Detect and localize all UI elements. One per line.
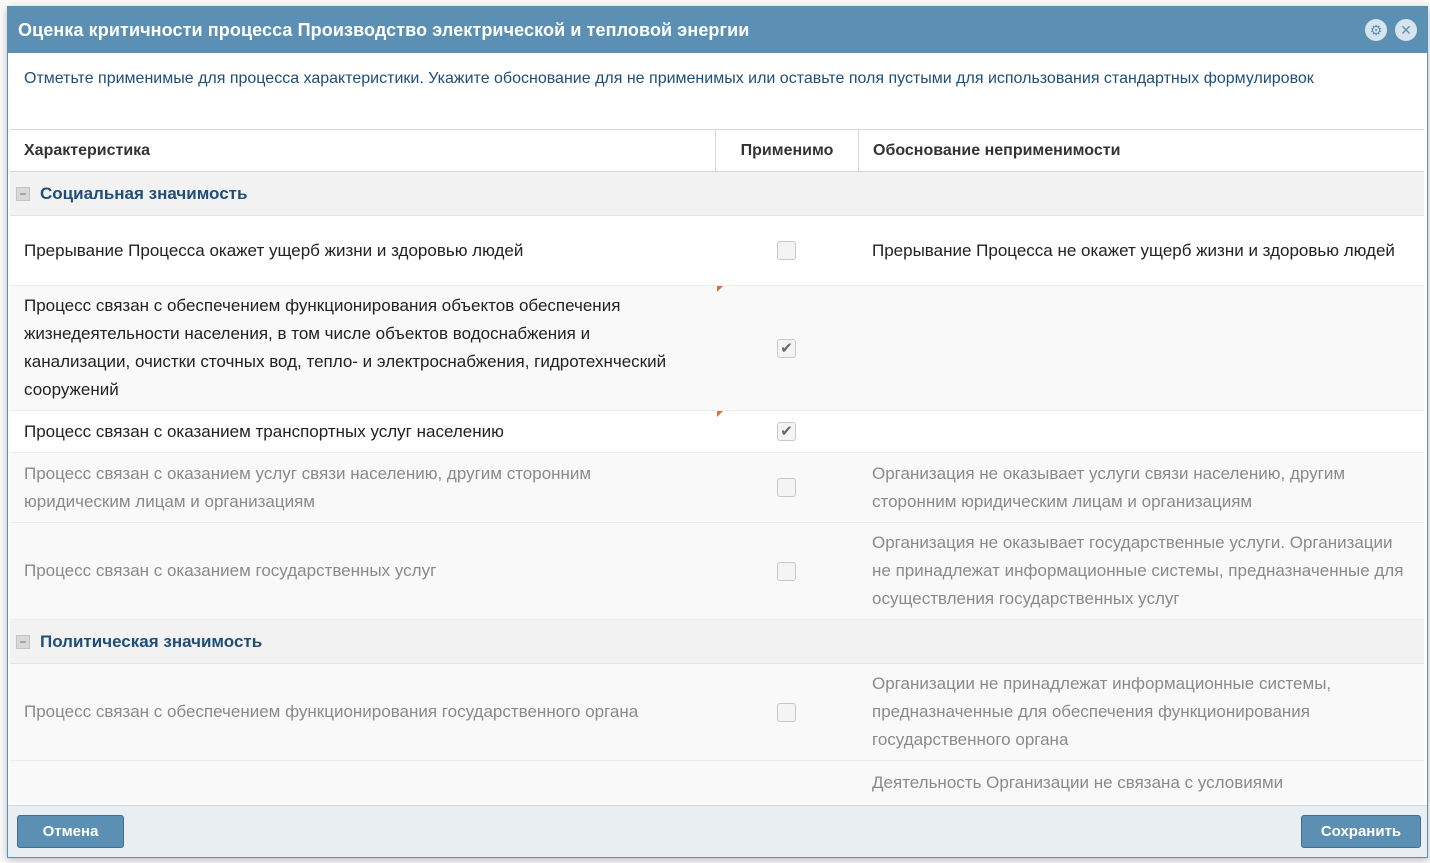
reason-field[interactable] [858,411,1424,452]
table-row[interactable]: Прерывание Процесса окажет ущерб жизни и… [10,216,1424,286]
reason-field[interactable] [858,286,1424,410]
applicable-checkbox[interactable]: ✔ [777,338,796,358]
row-characteristic: Процесс связан с обеспечением функционир… [24,296,667,399]
table-row[interactable]: Процесс связан с обеспечением функционир… [10,286,1424,411]
reason-field[interactable]: Организация не оказывает услуги связи на… [858,453,1424,522]
group-row-political[interactable]: − Политическая значимость [10,620,1424,664]
dialog-instructions: Отметьте применимые для процесса характе… [24,70,1314,87]
row-characteristic: Прерывание Процесса окажет ущерб жизни и… [24,240,524,260]
group-label: Политическая значимость [40,631,263,651]
collapse-icon[interactable]: − [16,186,30,201]
table-row[interactable]: Процесс связан с оказанием услуг связи н… [10,453,1424,523]
header-characteristic[interactable]: Характеристика [10,130,715,171]
applicable-cell: ✔ [715,286,858,410]
dialog-footer: Отмена Сохранить [8,805,1427,857]
settings-icon[interactable]: ⚙ [1365,19,1387,41]
applicable-checkbox[interactable] [777,702,796,722]
row-characteristic: Процесс связан с оказанием транспортных … [24,421,504,441]
applicable-cell [715,523,858,619]
title-icons: ⚙ ✕ [1365,19,1417,41]
reason-field[interactable]: Деятельность Организации не связана с ус… [858,761,1424,797]
table-row[interactable]: Процесс связан с оказанием транспортных … [10,411,1424,453]
header-reason[interactable]: Обоснование неприменимости [858,130,1424,171]
applicable-checkbox[interactable]: ✔ [777,422,796,441]
reason-field[interactable]: Организация не оказывает государственные… [858,523,1424,619]
dialog-title: Оценка критичности процесса Производство… [18,19,750,40]
table-row[interactable]: Процесс связан с обеспечением функционир… [10,664,1424,761]
group-label: Социальная значимость [40,183,248,203]
dialog-titlebar[interactable]: Оценка критичности процесса Производство… [8,7,1427,53]
row-characteristic: Процесс связан с обеспечением функционир… [24,702,639,721]
group-row-social[interactable]: − Социальная значимость [10,172,1424,216]
cancel-button[interactable]: Отмена [17,815,124,848]
reason-field[interactable]: Организации не принадлежат информационны… [858,664,1424,760]
applicable-cell [715,664,858,760]
close-icon[interactable]: ✕ [1395,19,1417,41]
header-applicable[interactable]: Применимо [715,130,858,171]
characteristics-grid[interactable]: Характеристика Применимо Обоснование неп… [10,129,1424,804]
row-characteristic: Процесс связан с оказанием услуг связи н… [24,463,592,511]
applicable-checkbox[interactable] [777,561,796,581]
applicable-cell [715,216,858,285]
grid-header: Характеристика Применимо Обоснование неп… [10,130,1424,172]
reason-field[interactable]: Прерывание Процесса не окажет ущерб жизн… [858,216,1424,285]
modified-marker [717,286,723,292]
table-row[interactable]: Процесс связан с оказанием государственн… [10,523,1424,620]
save-button[interactable]: Сохранить [1301,815,1421,848]
collapse-icon[interactable]: − [16,634,30,649]
applicable-cell: ✔ [715,411,858,452]
applicable-checkbox[interactable] [777,478,796,497]
row-characteristic: Процесс связан с оказанием государственн… [24,561,437,580]
modified-marker [717,411,723,417]
applicable-checkbox[interactable] [777,241,796,260]
applicable-cell [715,453,858,522]
table-row[interactable]: Деятельность Организации не связана с ус… [10,761,1424,804]
criticality-dialog: Оценка критичности процесса Производство… [7,6,1428,858]
